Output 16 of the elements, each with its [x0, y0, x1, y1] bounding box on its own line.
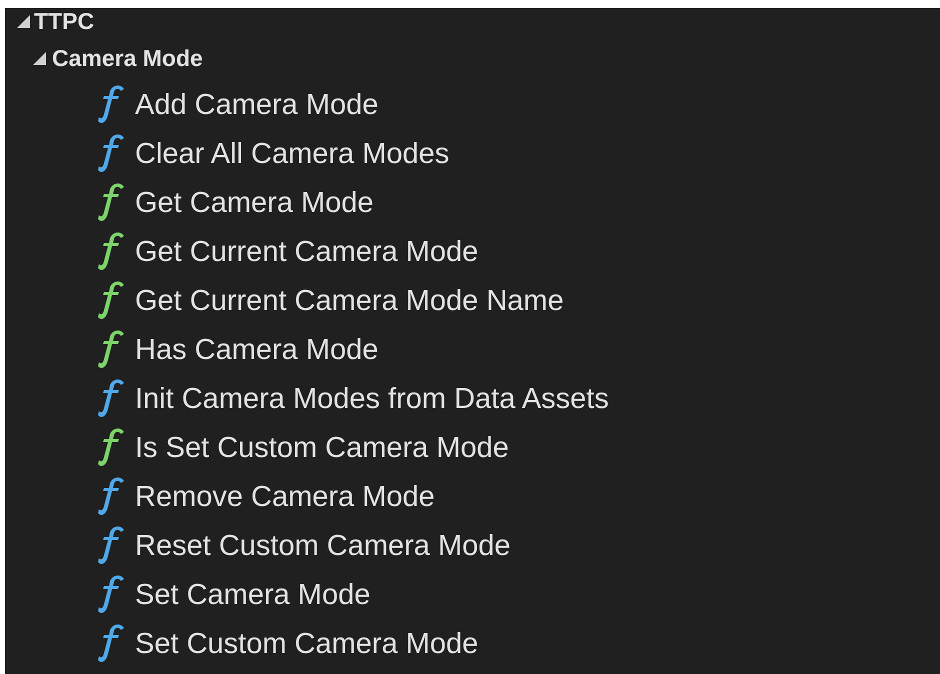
function-item[interactable]: Add Camera Mode	[135, 88, 378, 122]
category-label[interactable]: Camera Mode	[52, 44, 203, 72]
function-item[interactable]: Clear All Camera Modes	[135, 136, 450, 170]
function-item[interactable]: Get Camera Mode	[135, 186, 374, 220]
function-item[interactable]: Is Set Custom Camera Mode	[135, 430, 509, 464]
collapse-arrow-icon[interactable]	[17, 14, 30, 28]
function-item[interactable]: Get Current Camera Mode Name	[135, 284, 564, 318]
function-item[interactable]: Set Camera Mode	[135, 578, 370, 612]
function-item[interactable]: Remove Camera Mode	[135, 480, 435, 514]
function-item[interactable]: Init Camera Modes from Data Assets	[135, 382, 609, 416]
function-item[interactable]: Has Camera Mode	[135, 332, 378, 366]
function-item[interactable]: Set Custom Camera Mode	[135, 626, 478, 660]
category-label[interactable]: TTPC	[34, 8, 94, 34]
collapse-arrow-icon[interactable]	[33, 52, 46, 64]
function-item[interactable]: Get Current Camera Mode	[135, 234, 478, 268]
function-item[interactable]: Reset Custom Camera Mode	[135, 528, 511, 562]
